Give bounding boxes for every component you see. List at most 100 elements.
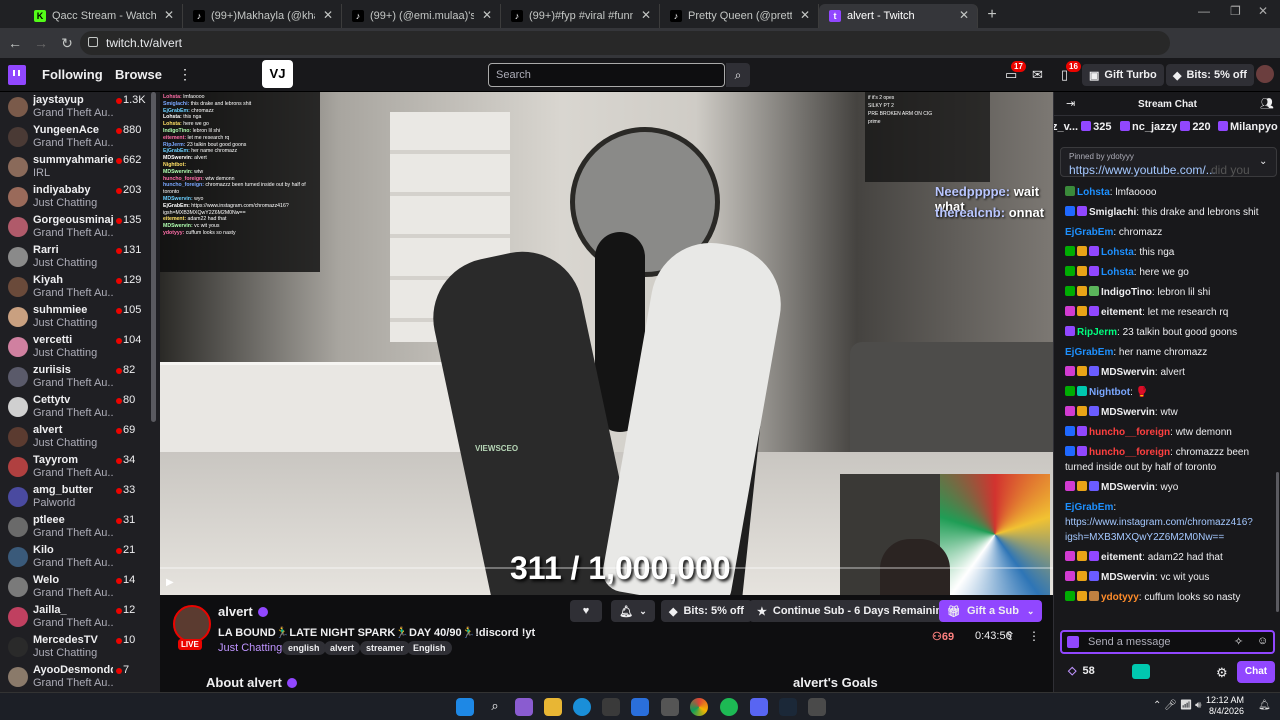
- sidebar-channel-alvert[interactable]: alvert Just Chatting 69: [0, 422, 160, 452]
- sidebar-channel-mercedestv[interactable]: MercedesTV Just Chatting 10: [0, 632, 160, 662]
- browser-tab[interactable]: ♪ (99+) (@emi.mulaa)'s video ✕: [342, 4, 501, 28]
- discord-icon[interactable]: [750, 698, 768, 716]
- chat-username[interactable]: Nightbot: [1089, 387, 1130, 398]
- tab-close-icon[interactable]: ✕: [323, 8, 333, 22]
- sidebar-channel-yungeenace[interactable]: YungeenAce Grand Theft Au... 880: [0, 122, 160, 152]
- sidebar-channel-kilo[interactable]: Kilo Grand Theft Au... 21: [0, 542, 160, 572]
- stream-tag[interactable]: streamer: [360, 641, 411, 655]
- sidebar-channel-tayyrom[interactable]: Tayyrom Grand Theft Au... 34: [0, 452, 160, 482]
- chat-username[interactable]: huncho__foreign: [1089, 427, 1170, 438]
- sidebar-channel-suhmmiee[interactable]: suhmmiee Just Chatting 105: [0, 302, 160, 332]
- chat-link[interactable]: https://www.instagram.com/chromazz416?ig…: [1065, 517, 1253, 543]
- system-tray-icons[interactable]: ⌃ 🎤︎ 📶︎ 🔊︎: [1153, 700, 1201, 711]
- chat-username[interactable]: ydotyyy: [1101, 592, 1139, 603]
- leaderboard-entry[interactable]: nc_jazzy 220: [1120, 121, 1211, 133]
- sidebar-channel-vercetti[interactable]: vercetti Just Chatting 104: [0, 332, 160, 362]
- spotify-icon[interactable]: [720, 698, 738, 716]
- tab-close-icon[interactable]: ✕: [800, 8, 810, 22]
- channel-points[interactable]: ◇ 58: [1068, 664, 1095, 677]
- video-progress-bar[interactable]: [160, 567, 1053, 569]
- claim-bonus-icon[interactable]: [1132, 664, 1150, 679]
- following-link[interactable]: Following: [42, 67, 103, 82]
- chat-username[interactable]: MDSwervin: [1101, 407, 1155, 418]
- sidebar-channel-summyahmarie[interactable]: summyahmarie IRL 662: [0, 152, 160, 182]
- extension-logo[interactable]: VJ: [262, 60, 293, 88]
- whispers-icon[interactable]: ✉: [1032, 67, 1043, 83]
- leaderboard-entry[interactable]: z_v... 325: [1054, 121, 1112, 133]
- forward-icon[interactable]: →: [28, 35, 54, 51]
- steam-icon[interactable]: [779, 698, 797, 716]
- chat-username[interactable]: EjGrabEm: [1065, 227, 1113, 238]
- sidebar-channel-amg_butter[interactable]: amg_butter Palworld 33: [0, 482, 160, 512]
- stream-tag[interactable]: English: [407, 641, 452, 655]
- more-options-icon[interactable]: ⋮: [1028, 629, 1040, 643]
- maximize-icon[interactable]: ❐: [1230, 4, 1241, 18]
- chat-scrollbar[interactable]: [1276, 472, 1279, 612]
- chat-username[interactable]: Lohsta: [1101, 267, 1134, 278]
- browser-tab[interactable]: t alvert - Twitch ✕: [819, 4, 978, 28]
- tab-close-icon[interactable]: ✕: [959, 8, 969, 22]
- search-icon[interactable]: ⌕: [726, 63, 750, 87]
- video-player[interactable]: VIEWSCEO Lohsta: lmfaoooo Smiglachi: this…: [160, 92, 1053, 595]
- bits-button[interactable]: ◆ Bits: 5% off: [1166, 64, 1254, 86]
- notifications-bell-button[interactable]: 🔔︎ ⌄: [611, 600, 655, 622]
- leaderboard-entry[interactable]: Milanpyo: [1218, 121, 1280, 133]
- chat-username[interactable]: Lohsta: [1101, 247, 1134, 258]
- stream-tag[interactable]: english: [282, 641, 326, 655]
- notepad-icon[interactable]: [808, 698, 826, 716]
- sidebar-channel-welo[interactable]: Welo Grand Theft Au... 14: [0, 572, 160, 602]
- share-icon[interactable]: ⇪: [1005, 629, 1015, 643]
- reload-icon[interactable]: ↻: [54, 35, 80, 52]
- chrome-icon[interactable]: [690, 698, 708, 716]
- chat-send-button[interactable]: Chat: [1237, 661, 1275, 683]
- sidebar-channel-jaystayup[interactable]: jaystayup Grand Theft Au... 1.3K: [0, 92, 160, 122]
- chat-settings-gear-icon[interactable]: ⚙: [1216, 665, 1228, 681]
- channel-avatar[interactable]: [173, 605, 211, 643]
- chat-username[interactable]: EjGrabEm: [1065, 347, 1113, 358]
- chat-username[interactable]: IndigoTino: [1101, 287, 1152, 298]
- sidebar-channel-gorgeousminaj[interactable]: Gorgeousminaj Grand Theft Au... 135: [0, 212, 160, 242]
- address-bar[interactable]: twitch.tv/alvert: [80, 31, 1170, 55]
- taskbar-clock[interactable]: 12:12 AM 8/4/2026: [1204, 695, 1244, 717]
- new-tab-button[interactable]: +: [978, 4, 1006, 28]
- chat-username[interactable]: MDSwervin: [1101, 482, 1155, 493]
- sidebar-channel-jailla_[interactable]: Jailla_ Grand Theft Au... 12: [0, 602, 160, 632]
- tab-close-icon[interactable]: ✕: [164, 8, 174, 22]
- play-icon[interactable]: ▶: [166, 577, 174, 588]
- pinned-link[interactable]: https://www.youtube.com/...: [1069, 163, 1219, 177]
- taskbar-search-icon[interactable]: ⌕: [486, 698, 504, 716]
- follow-heart-button[interactable]: ♥: [570, 600, 602, 622]
- notification-center-icon[interactable]: 🔔︎: [1258, 700, 1271, 711]
- browser-tab[interactable]: ♪ (99+)Makhayla (@khayy__)'s v ✕: [183, 4, 342, 28]
- minimize-icon[interactable]: —: [1198, 4, 1210, 18]
- chevron-down-icon[interactable]: ⌄: [1259, 156, 1267, 167]
- store-icon[interactable]: [602, 698, 620, 716]
- community-icon[interactable]: 👥︎: [1260, 97, 1274, 110]
- chat-username[interactable]: RipJerm: [1077, 327, 1117, 338]
- sidebar-channel-zuriisis[interactable]: zuriisis Grand Theft Au... 82: [0, 362, 160, 392]
- tab-close-icon[interactable]: ✕: [641, 8, 651, 22]
- browse-link[interactable]: Browse: [115, 67, 162, 82]
- outlook-icon[interactable]: [631, 698, 649, 716]
- gift-turbo-button[interactable]: ▣ Gift Turbo: [1082, 64, 1164, 86]
- search-input[interactable]: [488, 63, 725, 87]
- edge-icon[interactable]: [573, 698, 591, 716]
- gift-a-sub-button[interactable]: 🎁︎ Gift a Sub ⌄: [939, 600, 1043, 622]
- stream-bits-button[interactable]: ◆ Bits: 5% off: [661, 600, 752, 622]
- chat-username[interactable]: MDSwervin: [1101, 572, 1155, 583]
- close-window-icon[interactable]: ✕: [1258, 4, 1268, 18]
- chat-username[interactable]: eitement: [1101, 307, 1142, 318]
- user-avatar[interactable]: [1256, 65, 1274, 83]
- magic-wand-icon[interactable]: ✧: [1234, 635, 1243, 648]
- emote-picker-icon[interactable]: ☺: [1257, 635, 1268, 647]
- stream-tag[interactable]: alvert: [324, 641, 361, 655]
- more-options-icon[interactable]: ⋮: [178, 66, 192, 83]
- pinned-message[interactable]: Pinned by ydotyyy https://www.youtube.co…: [1060, 147, 1277, 177]
- file-explorer-icon[interactable]: [544, 698, 562, 716]
- sidebar-channel-kiyah[interactable]: Kiyah Grand Theft Au... 129: [0, 272, 160, 302]
- browser-tab[interactable]: ♪ Pretty Queen (@prettyyyloserr ✕: [660, 4, 819, 28]
- sidebar-channel-cettytv[interactable]: Cettytv Grand Theft Au... 80: [0, 392, 160, 422]
- tab-close-icon[interactable]: ✕: [482, 8, 492, 22]
- sidebar-scrollbar[interactable]: [151, 92, 156, 422]
- browser-tab[interactable]: ♪ (99+)#fyp #viral #funny #fines ✕: [501, 4, 660, 28]
